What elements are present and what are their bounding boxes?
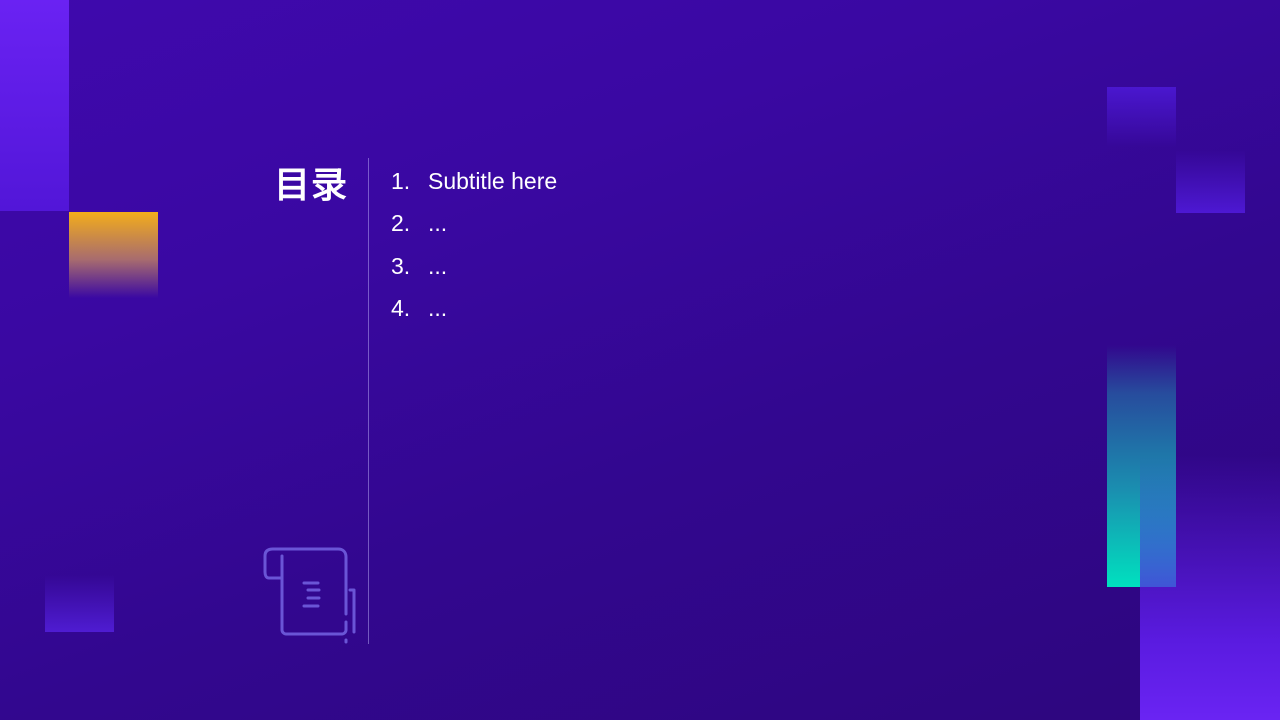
toc-item-label: Subtitle here bbox=[428, 167, 558, 194]
decorative-block-top-right-1 bbox=[1107, 87, 1176, 147]
toc-list: 1. Subtitle here 2. ... 3. ... 4. ... bbox=[391, 160, 557, 330]
decorative-block-top-left bbox=[0, 0, 69, 211]
decorative-block-bottom-right bbox=[1140, 455, 1280, 720]
decorative-block-top-right-2 bbox=[1176, 150, 1245, 213]
toc-item: 4. ... bbox=[391, 288, 557, 331]
vertical-divider bbox=[368, 158, 369, 644]
toc-item-label: ... bbox=[428, 252, 448, 279]
toc-item: 1. Subtitle here bbox=[391, 160, 557, 203]
toc-title: 目录 bbox=[273, 165, 348, 206]
toc-item: 3. ... bbox=[391, 245, 557, 288]
toc-item-label: ... bbox=[428, 210, 448, 237]
toc-item-label: ... bbox=[428, 295, 448, 322]
document-scroll-icon bbox=[263, 547, 356, 644]
toc-item-number: 3. bbox=[391, 252, 411, 279]
decorative-block-bottom-left bbox=[45, 575, 114, 632]
decorative-block-orange bbox=[69, 212, 158, 298]
toc-item-number: 1. bbox=[391, 167, 411, 194]
toc-item-number: 4. bbox=[391, 295, 411, 322]
toc-item-number: 2. bbox=[391, 210, 411, 237]
toc-item: 2. ... bbox=[391, 203, 557, 246]
